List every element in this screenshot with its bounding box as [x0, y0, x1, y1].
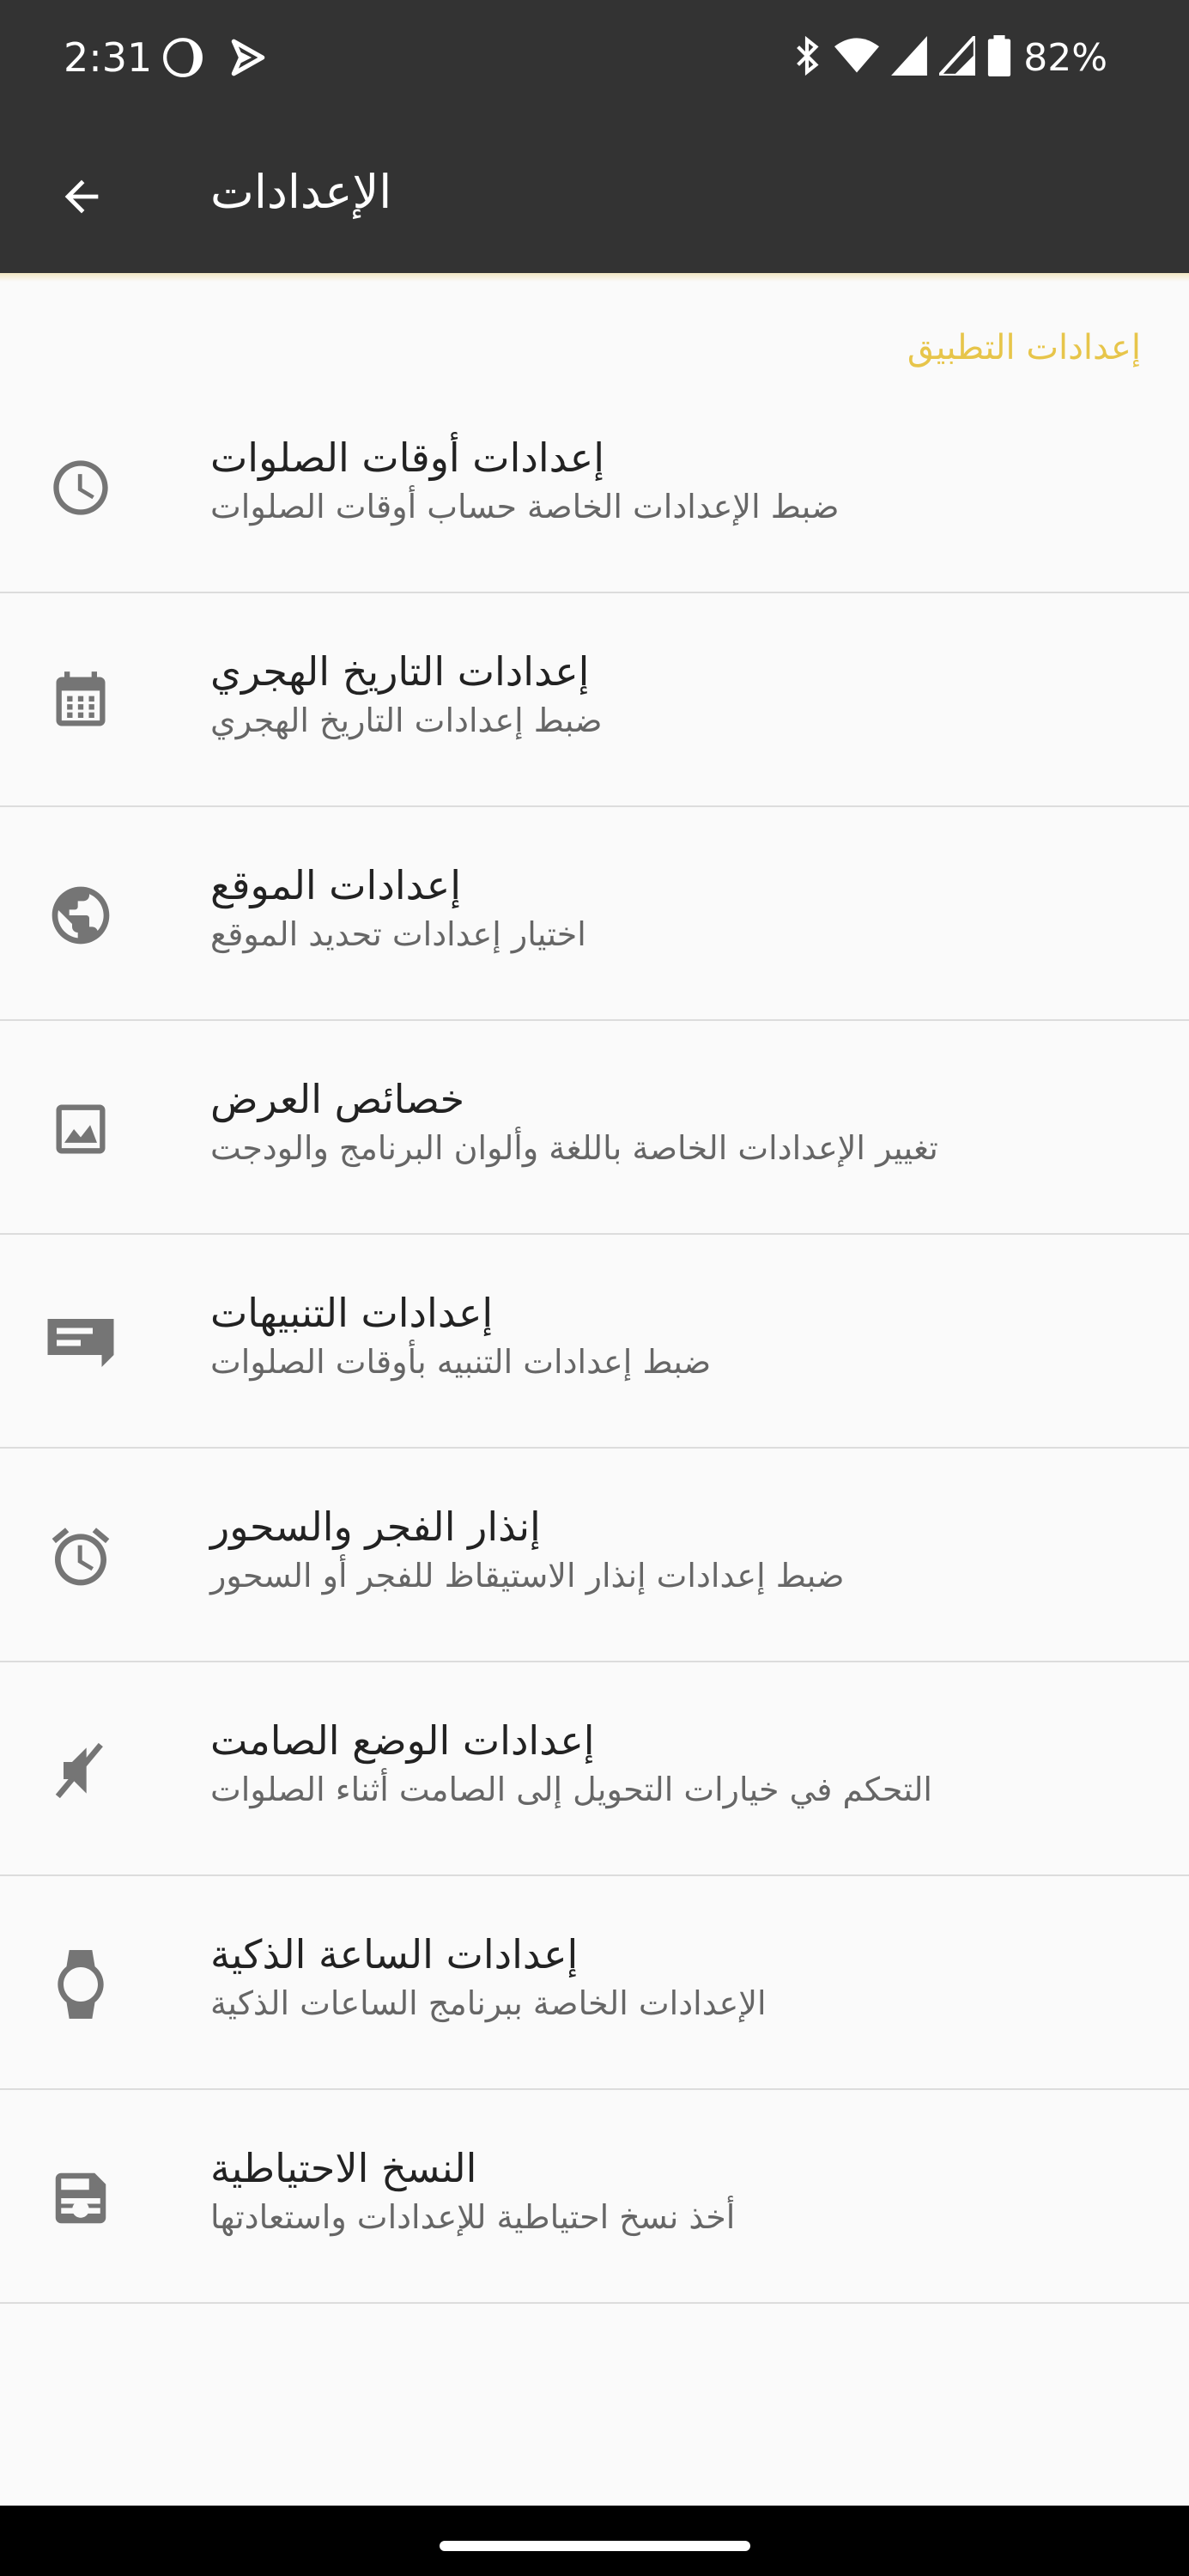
item-title: النسخ الاحتياطية: [210, 2145, 477, 2191]
settings-item-hijri-date[interactable]: إعدادات التاريخ الهجري ضبط إعدادات التار…: [0, 593, 1189, 807]
item-title: إنذار الفجر والسحور: [210, 1504, 541, 1550]
item-subtitle: ضبط الإعدادات الخاصة حساب أوقات الصلوات: [210, 488, 840, 526]
item-subtitle: ضبط إعدادات التاريخ الهجري: [210, 702, 603, 739]
signal-icon: [891, 36, 928, 79]
page-title: الإعدادات: [210, 165, 392, 219]
back-button[interactable]: [45, 161, 118, 235]
item-title: إعدادات التنبيهات: [210, 1290, 494, 1336]
item-subtitle: تغيير الإعدادات الخاصة باللغة وألوان الب…: [210, 1129, 938, 1167]
app-bar-shadow: [0, 273, 1189, 282]
wifi-icon: [834, 36, 880, 79]
item-title: إعدادات التاريخ الهجري: [210, 648, 590, 695]
status-bar: 2:31 82%: [0, 0, 1189, 129]
volume-off-icon: [45, 1735, 117, 1807]
item-title: خصائص العرض: [210, 1076, 465, 1122]
bluetooth-icon: [792, 34, 822, 81]
alarm-icon: [45, 1521, 117, 1593]
play-icon: [227, 36, 270, 82]
save-icon: [45, 2162, 117, 2234]
watch-icon: [45, 1948, 117, 2020]
settings-list: إعدادات أوقات الصلوات ضبط الإعدادات الخا…: [0, 380, 1189, 2304]
arrow-back-icon: [57, 172, 106, 225]
battery-percent: 82%: [1023, 35, 1107, 80]
status-time: 2:31: [64, 34, 153, 81]
settings-item-prayer-times[interactable]: إعدادات أوقات الصلوات ضبط الإعدادات الخا…: [0, 380, 1189, 593]
item-title: إعدادات الساعة الذكية: [210, 1931, 579, 1978]
calendar-icon: [45, 665, 117, 738]
item-title: إعدادات الوضع الصامت: [210, 1717, 595, 1764]
item-subtitle: التحكم في خيارات التحويل إلى الصامت أثنا…: [210, 1771, 932, 1808]
item-subtitle: الإعدادات الخاصة ببرنامج الساعات الذكية: [210, 1984, 767, 2022]
home-gesture-handle[interactable]: [440, 2541, 750, 2551]
item-subtitle: ضبط إعدادات إنذار الاستيقاظ للفجر أو الس…: [210, 1557, 845, 1595]
globe-icon: [45, 879, 117, 951]
section-header: إعدادات التطبيق: [907, 328, 1141, 368]
message-icon: [45, 1307, 117, 1379]
settings-item-smartwatch[interactable]: إعدادات الساعة الذكية الإعدادات الخاصة ب…: [0, 1876, 1189, 2090]
item-title: إعدادات الموقع: [210, 862, 461, 908]
signal-icon: [935, 31, 978, 79]
item-subtitle: ضبط إعدادات التنبيه بأوقات الصلوات: [210, 1343, 712, 1381]
settings-item-backup[interactable]: النسخ الاحتياطية أخذ نسخ احتياطية للإعدا…: [0, 2090, 1189, 2304]
settings-item-notifications[interactable]: إعدادات التنبيهات ضبط إعدادات التنبيه بأ…: [0, 1235, 1189, 1449]
app-bar: [0, 129, 1189, 273]
settings-item-fajr-alarm[interactable]: إنذار الفجر والسحور ضبط إعدادات إنذار ال…: [0, 1449, 1189, 1662]
item-subtitle: اختيار إعدادات تحديد الموقع: [210, 915, 586, 953]
clock-icon: [45, 452, 117, 524]
item-subtitle: أخذ نسخ احتياطية للإعدادات واستعادتها: [210, 2198, 736, 2236]
battery-icon: [987, 35, 1011, 80]
settings-item-display[interactable]: خصائص العرض تغيير الإعدادات الخاصة باللغ…: [0, 1021, 1189, 1235]
item-title: إعدادات أوقات الصلوات: [210, 434, 605, 481]
moon-icon: [161, 36, 204, 82]
image-icon: [45, 1093, 117, 1165]
settings-item-location[interactable]: إعدادات الموقع اختيار إعدادات تحديد المو…: [0, 807, 1189, 1021]
settings-item-silent-mode[interactable]: إعدادات الوضع الصامت التحكم في خيارات ال…: [0, 1662, 1189, 1876]
